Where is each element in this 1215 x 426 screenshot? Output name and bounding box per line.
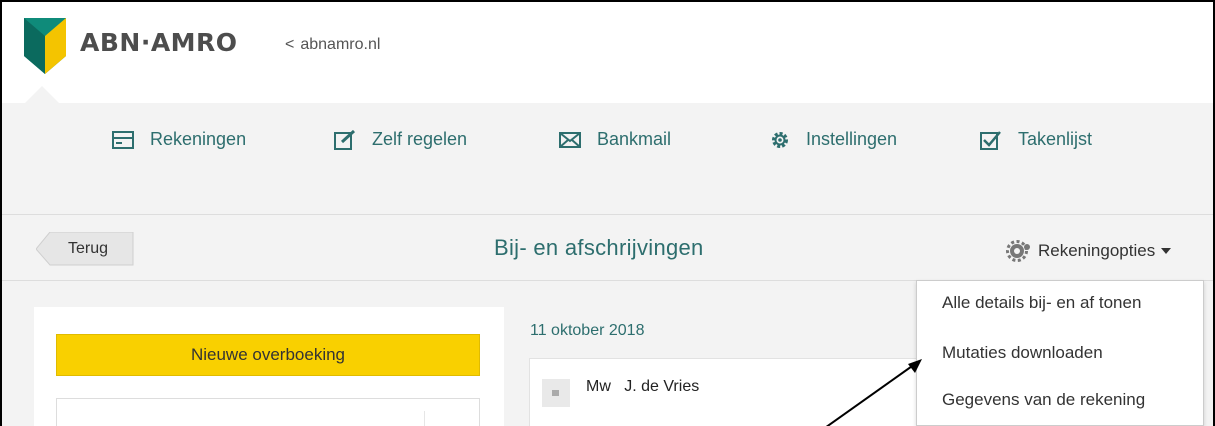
brand-name: ABN·AMRO [80,28,238,57]
nav-item-label: Takenlijst [1018,129,1093,149]
abn-amro-shield-icon[interactable] [24,18,66,74]
nav-item-label: Rekeningen [150,129,247,149]
app-window: ABN·AMRO < abnamro.nl Rekeningen Zelf reg… [0,0,1215,426]
main-nav: Rekeningen Zelf regelen Bankmail Instell… [2,103,1213,215]
accounts-card-icon [112,130,134,149]
checkbox-icon [980,130,1001,150]
transaction-row[interactable]: Mw J. de Vries [529,358,929,426]
gear-icon [772,131,788,148]
caret-down-icon [1161,248,1172,254]
back-to-site-label: abnamro.nl [300,36,381,53]
back-to-site-link[interactable]: < abnamro.nl [285,36,380,54]
nav-item-instellingen[interactable]: Instellingen [770,129,897,150]
nav-item-takenlijst[interactable]: Takenlijst [980,129,1092,150]
nav-item-zelf-regelen[interactable]: Zelf regelen [334,129,467,150]
gear-icon [1006,240,1030,262]
page-subheader: Terug Bij- en afschrijvingen Rekeningopt… [2,215,1213,281]
new-transfer-button[interactable]: Nieuwe overboeking [56,334,480,376]
top-header: ABN·AMRO < abnamro.nl [2,2,1213,103]
menu-item-account-details[interactable]: Gegevens van de rekening [942,390,1145,410]
menu-item-download-transactions[interactable]: Mutaties downloaden [942,343,1103,363]
transaction-counterparty: Mw J. de Vries [586,378,700,395]
account-options-menu: Alle details bij- en af tonen Mutaties d… [916,280,1204,426]
menu-item-show-all-details[interactable]: Alle details bij- en af tonen [942,293,1141,313]
nav-item-label: Instellingen [806,129,898,149]
mail-icon [559,131,581,148]
account-options-label: Rekeningopties [1038,241,1156,260]
transaction-date: 11 oktober 2018 [530,322,645,339]
chevron-left-icon: < [285,36,295,53]
nav-item-bankmail[interactable]: Bankmail [559,129,671,150]
back-button-label: Terug [68,240,109,257]
back-button[interactable]: Terug [36,232,134,266]
nav-item-rekeningen[interactable]: Rekeningen [112,129,246,150]
edit-square-icon [334,129,356,150]
nav-item-label: Bankmail [597,129,672,149]
person-icon [552,390,559,396]
nav-item-label: Zelf regelen [372,129,468,149]
account-options-button[interactable]: Rekeningopties [1006,240,1172,262]
avatar [542,379,570,407]
account-card[interactable] [56,398,480,426]
divider [424,411,425,426]
page-title: Bij- en afschrijvingen [494,235,704,260]
